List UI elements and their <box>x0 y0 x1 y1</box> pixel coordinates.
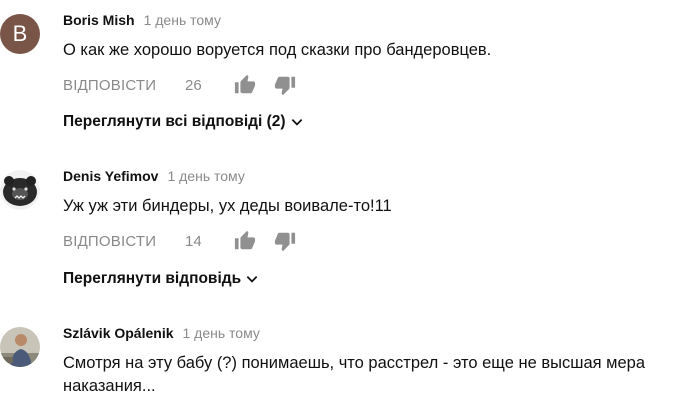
like-button[interactable] <box>234 230 256 252</box>
view-replies-button[interactable]: Переглянути всі відповіді (2) <box>63 113 304 131</box>
bear-avatar-image <box>0 170 40 210</box>
like-count: 26 <box>185 77 202 94</box>
dislike-button[interactable] <box>274 230 296 252</box>
reply-button[interactable]: ВІДПОВІСТИ <box>63 77 156 94</box>
dislike-button[interactable] <box>274 74 296 96</box>
thumb-up-icon <box>234 230 256 250</box>
thumb-down-icon <box>274 76 296 96</box>
person-avatar-image <box>0 327 40 367</box>
view-replies-label: Переглянути відповідь <box>63 270 242 287</box>
avatar[interactable] <box>0 170 40 210</box>
view-replies-button[interactable]: Переглянути відповідь <box>63 270 259 288</box>
avatar[interactable] <box>0 327 40 367</box>
author-name[interactable]: Boris Mish <box>63 12 135 28</box>
comment-text: Смотря на эту бабу (?) понимаешь, что ра… <box>63 354 646 395</box>
author-name[interactable]: Szlávik Opálenik <box>63 325 174 341</box>
chevron-down-icon <box>246 275 258 283</box>
avatar-letter: B <box>12 21 28 46</box>
thumb-down-icon <box>274 232 296 252</box>
thumb-up-icon <box>234 74 256 94</box>
comment-text: О как же хорошо воруется под сказки про … <box>63 41 492 59</box>
comment-time[interactable]: 1 день тому <box>183 325 260 341</box>
comment-time[interactable]: 1 день тому <box>144 12 221 28</box>
author-name[interactable]: Denis Yefimov <box>63 168 158 184</box>
comment-text: Уж уж эти биндеры, ух деды воивале-то!11 <box>63 197 392 215</box>
reply-button[interactable]: ВІДПОВІСТИ <box>63 233 156 250</box>
view-replies-label: Переглянути всі відповіді (2) <box>63 113 286 130</box>
like-button[interactable] <box>234 74 256 96</box>
comment-time[interactable]: 1 день тому <box>167 168 244 184</box>
like-count: 14 <box>185 233 202 250</box>
avatar[interactable]: B <box>0 14 40 54</box>
chevron-down-icon <box>291 118 302 126</box>
